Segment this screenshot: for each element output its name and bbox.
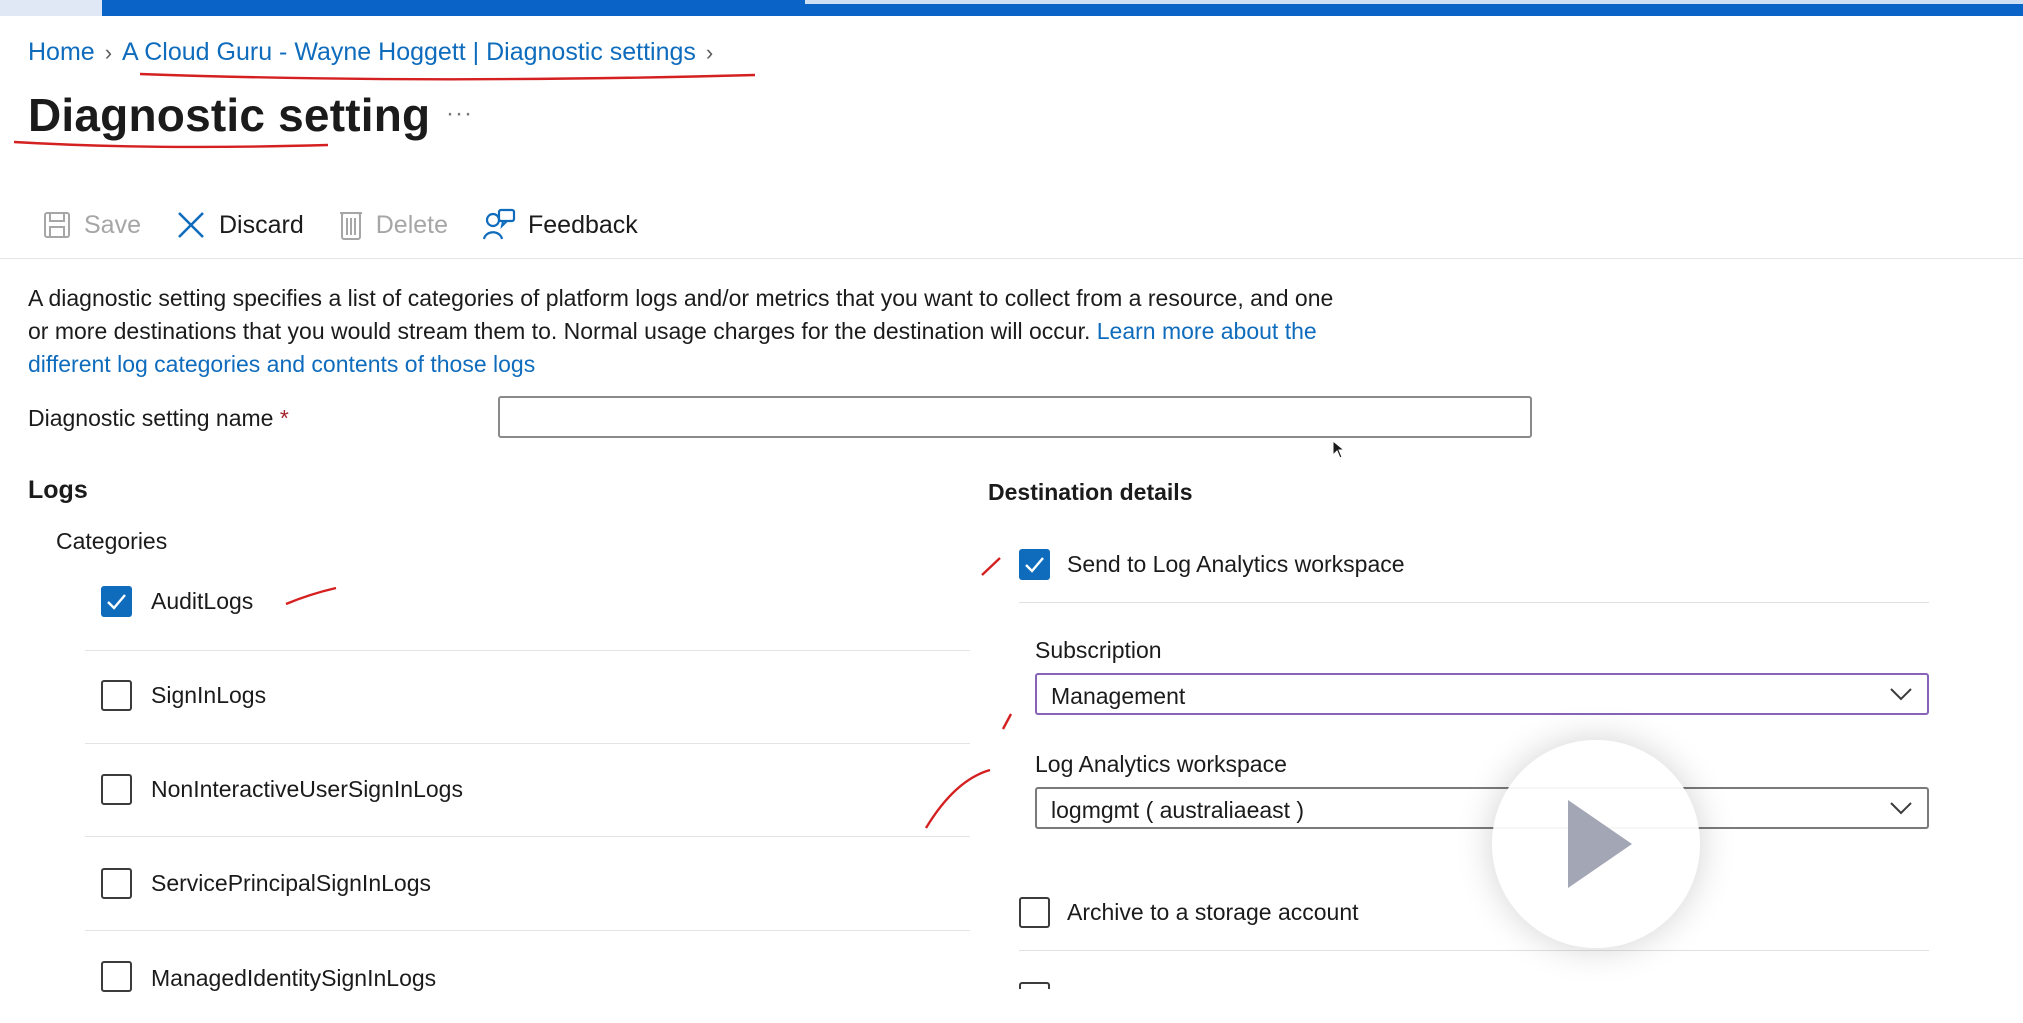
category-row-auditlogs[interactable]: AuditLogs [85,558,970,651]
serviceprincipal-label: ServicePrincipalSignInLogs [151,870,431,896]
managedidentity-label: ManagedIdentitySignInLogs [151,965,437,991]
workspace-value: logmgmt ( australiaeast ) [1051,797,1305,823]
underline-breadcrumb-annotation [139,72,756,81]
breadcrumb-parent[interactable]: A Cloud Guru - Wayne Hoggett | Diagnosti… [122,38,696,67]
discard-label: Discard [218,210,304,239]
categories-label: Categories [56,528,168,554]
workspace-label: Log Analytics workspace [1035,751,1287,777]
check-icon [1025,557,1044,573]
breadcrumb: Home › A Cloud Guru - Wayne Hoggett | Di… [28,38,723,67]
global-search-bar[interactable] [805,0,2023,4]
next-destination-checkbox[interactable] [1019,982,1050,989]
category-row-noninteractive[interactable]: NonInteractiveUserSignInLogs [85,744,970,837]
archive-storage-checkbox[interactable] [1019,897,1050,928]
setting-name-label-text: Diagnostic setting name [28,405,274,431]
setting-name-label: Diagnostic setting name * [28,405,289,432]
feedback-icon [482,208,516,242]
subscription-label: Subscription [1035,637,1162,663]
toolbar-divider [0,258,2023,259]
category-row-signinlogs[interactable]: SignInLogs [85,651,970,744]
chevron-right-icon: › [705,39,714,65]
workspace-dropdown[interactable]: logmgmt ( australiaeast ) [1035,787,1929,829]
underline-title-annotation [13,140,329,149]
mark-subscription-annotation [1001,713,1013,730]
category-row-serviceprincipal[interactable]: ServicePrincipalSignInLogs [85,838,970,931]
video-play-button[interactable] [1492,740,1700,948]
destination-divider [1019,950,1929,951]
auditlogs-checkbox[interactable] [101,586,132,617]
send-to-log-analytics-row[interactable] [1019,549,1050,580]
noninteractive-label: NonInteractiveUserSignInLogs [151,776,463,802]
chevron-down-icon [1890,688,1912,701]
signinlogs-label: SignInLogs [151,682,267,708]
discard-button[interactable]: Discard [175,209,304,241]
close-icon [175,209,207,241]
send-to-log-analytics-checkbox[interactable] [1019,549,1050,580]
chevron-right-icon: › [104,39,113,65]
setting-name-input[interactable] [498,396,1532,438]
archive-storage-label: Archive to a storage account [1067,899,1359,925]
tick-send-annotation [981,557,1001,576]
chevron-down-icon [1890,802,1912,815]
delete-button[interactable]: Delete [338,209,448,241]
required-marker: * [279,405,289,431]
play-icon [1568,800,1632,888]
signinlogs-checkbox[interactable] [101,680,132,711]
feedback-label: Feedback [528,210,638,239]
serviceprincipal-checkbox[interactable] [101,868,132,899]
save-label: Save [84,210,141,239]
noninteractive-checkbox[interactable] [101,774,132,805]
more-options-button[interactable]: ··· [446,100,473,128]
command-bar: Save Discard Delete Feedback [42,204,672,246]
auditlogs-label: AuditLogs [151,588,254,614]
managedidentity-checkbox[interactable] [101,961,132,992]
logs-heading: Logs [28,476,88,504]
category-row-managedidentity[interactable]: ManagedIdentitySignInLogs [85,931,970,1023]
portal-menu-tab[interactable] [0,0,102,16]
feedback-button[interactable]: Feedback [482,208,638,242]
save-button[interactable]: Save [42,210,141,240]
destination-divider [1019,602,1929,603]
delete-label: Delete [375,210,448,239]
subscription-dropdown[interactable]: Management [1035,673,1929,715]
page-title: Diagnostic setting [28,89,431,141]
destination-heading: Destination details [988,479,1193,505]
check-icon [107,594,126,610]
breadcrumb-home[interactable]: Home [28,38,95,67]
trash-icon [338,209,364,241]
description: A diagnostic setting specifies a list of… [28,282,1358,381]
subscription-value: Management [1051,683,1186,709]
send-to-log-analytics-label: Send to Log Analytics workspace [1067,551,1405,577]
save-icon [42,210,72,240]
mouse-cursor-icon [1332,440,1346,459]
